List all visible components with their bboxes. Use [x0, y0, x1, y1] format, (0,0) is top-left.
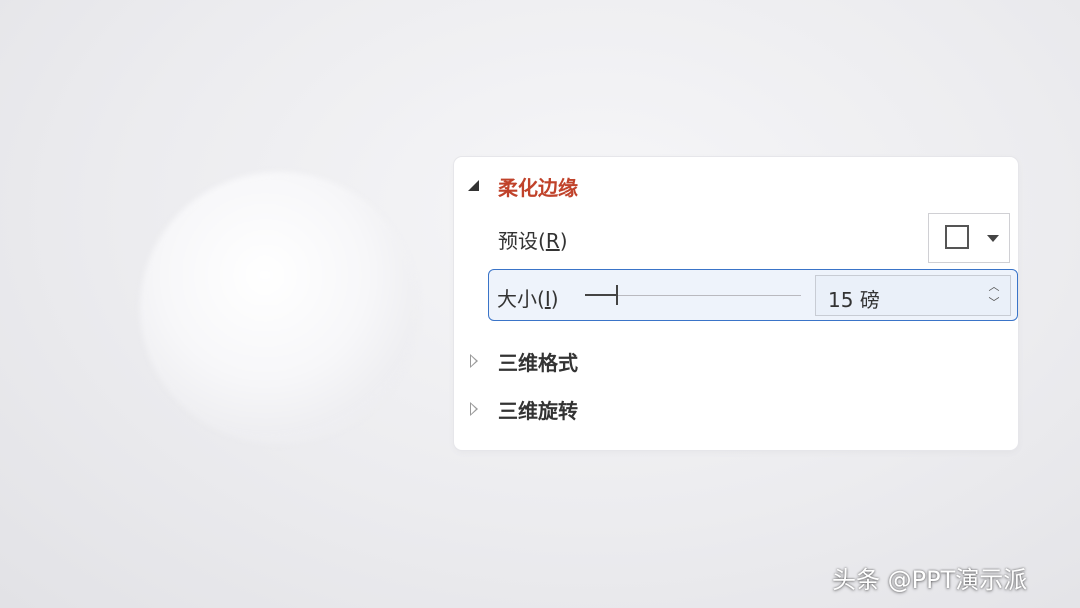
chevron-down-icon[interactable]: ﹀ [986, 295, 1002, 311]
soft-edges-title: 柔化边缘 [498, 175, 578, 200]
triangle-collapsed-icon [470, 402, 478, 416]
size-row: 大小(I) 15 磅 ︿ ﹀ [488, 269, 1018, 321]
triangle-collapsed-icon [470, 354, 478, 368]
size-value: 15 磅 [828, 288, 880, 312]
size-slider-thumb[interactable] [616, 285, 619, 305]
size-slider-fill [585, 294, 618, 296]
preset-label: 预设(R) [498, 229, 568, 253]
size-label: 大小(I) [497, 287, 559, 311]
chevron-down-icon [987, 235, 999, 242]
format-3d-title: 三维格式 [498, 350, 578, 375]
watermark: 头条 @PPT演示派 [832, 566, 1028, 594]
preset-dropdown-button[interactable] [928, 213, 1010, 263]
chevron-up-icon[interactable]: ︿ [986, 279, 1002, 295]
rotation-3d-title: 三维旋转 [498, 398, 578, 423]
format-shape-panel: 柔化边缘 预设(R) 大小(I) 15 磅 ︿ ﹀ 三维格式 三维旋转 [454, 157, 1018, 450]
spin-buttons: ︿ ﹀ [986, 279, 1002, 312]
soft-edge-sphere-shape[interactable] [140, 172, 418, 444]
size-spin-input[interactable]: 15 磅 ︿ ﹀ [815, 275, 1011, 316]
triangle-expanded-icon [468, 180, 479, 191]
square-outline-icon [945, 225, 969, 249]
